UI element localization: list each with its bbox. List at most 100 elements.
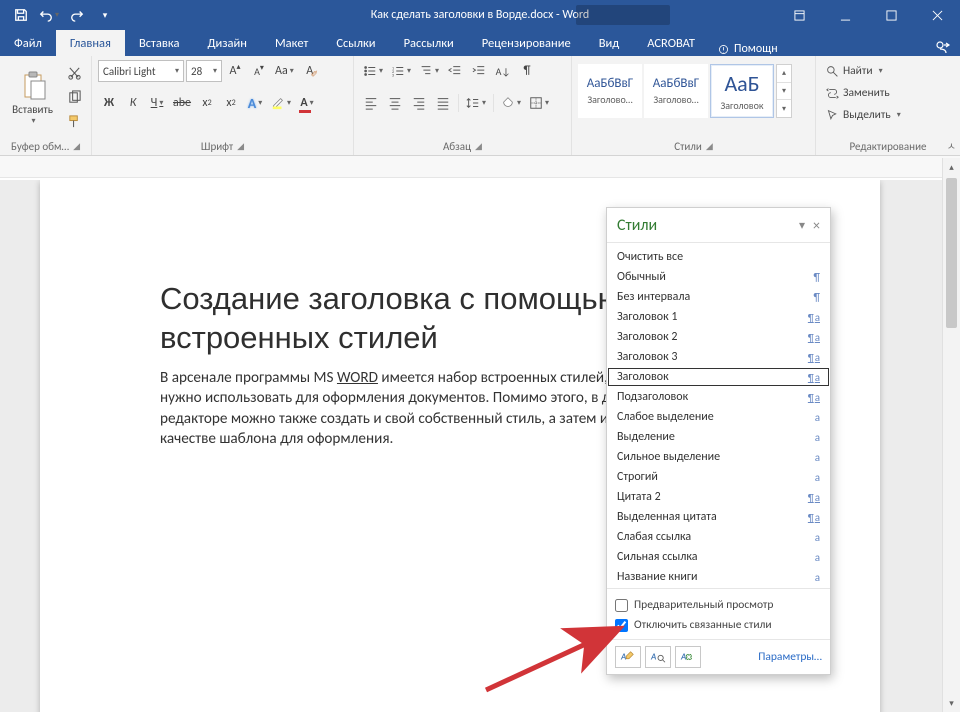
tab-layout[interactable]: Макет bbox=[261, 30, 322, 56]
close-icon[interactable] bbox=[914, 0, 960, 30]
align-center-button[interactable] bbox=[384, 92, 406, 114]
shrink-font-button[interactable]: A▾ bbox=[248, 60, 270, 82]
format-painter-button[interactable] bbox=[63, 110, 85, 132]
ribbon-display-options-icon[interactable] bbox=[776, 0, 822, 30]
manage-styles-button[interactable]: A bbox=[675, 646, 701, 668]
scroll-thumb[interactable] bbox=[946, 178, 957, 328]
bullets-button[interactable]: ▾ bbox=[360, 60, 386, 82]
style-tile-heading1[interactable]: АаБбВвГЗаголово… bbox=[578, 64, 642, 118]
cut-button[interactable] bbox=[63, 62, 85, 84]
numbering-button[interactable]: 123▾ bbox=[388, 60, 414, 82]
preview-checkbox[interactable]: Предварительный просмотр bbox=[615, 595, 822, 615]
qat-customize-icon[interactable]: ▾ bbox=[92, 2, 118, 28]
new-style-button[interactable]: A bbox=[615, 646, 641, 668]
style-row[interactable]: Цитата 2¶a bbox=[607, 487, 830, 507]
scroll-down-icon[interactable]: ▾ bbox=[943, 694, 960, 712]
tab-home[interactable]: Главная bbox=[56, 30, 125, 56]
subscript-button[interactable]: x2 bbox=[196, 92, 218, 114]
tab-insert[interactable]: Вставка bbox=[125, 30, 194, 56]
sort-button[interactable]: А↓ bbox=[492, 60, 514, 82]
styles-pane-header[interactable]: Стили ▾ × bbox=[607, 208, 830, 242]
styles-dialog-launcher[interactable]: ◢ bbox=[706, 141, 713, 152]
style-row[interactable]: Выделенная цитата¶a bbox=[607, 507, 830, 527]
style-row[interactable]: Очистить все bbox=[607, 247, 830, 267]
strikethrough-button[interactable]: abe bbox=[170, 92, 194, 114]
style-row[interactable]: Заголовок 2¶a bbox=[607, 327, 830, 347]
grow-font-button[interactable]: A▴ bbox=[224, 60, 246, 82]
multilevel-list-button[interactable]: ▾ bbox=[416, 60, 442, 82]
style-tile-heading2[interactable]: АаБбВвГЗаголово… bbox=[644, 64, 708, 118]
font-color-button[interactable]: A▾ bbox=[296, 92, 318, 114]
save-icon[interactable] bbox=[8, 2, 34, 28]
tell-me-input[interactable]: Помощн bbox=[717, 42, 778, 56]
style-row[interactable]: Слабая ссылкаa bbox=[607, 527, 830, 547]
style-tile-title[interactable]: АаБЗаголовок bbox=[710, 64, 774, 118]
style-row[interactable]: Слабое выделениеa bbox=[607, 407, 830, 427]
vertical-scrollbar[interactable]: ▴ ▾ bbox=[942, 158, 960, 712]
minimize-icon[interactable] bbox=[822, 0, 868, 30]
style-row[interactable]: Заголовок¶a bbox=[607, 367, 830, 387]
paragraph-dialog-launcher[interactable]: ◢ bbox=[475, 141, 482, 152]
select-button[interactable]: Выделить▾ bbox=[822, 104, 905, 126]
tab-references[interactable]: Ссылки bbox=[322, 30, 389, 56]
styles-gallery-more[interactable]: ▴▾▾ bbox=[776, 64, 792, 118]
styles-pane-menu-icon[interactable]: ▾ bbox=[799, 218, 805, 233]
justify-button[interactable] bbox=[432, 92, 454, 114]
borders-button[interactable]: ▾ bbox=[526, 92, 552, 114]
bold-button[interactable]: Ж bbox=[98, 92, 120, 114]
tab-review[interactable]: Рецензирование bbox=[468, 30, 585, 56]
tab-design[interactable]: Дизайн bbox=[193, 30, 261, 56]
underline-button[interactable]: Ч▾ bbox=[146, 92, 168, 114]
style-row[interactable]: Заголовок 3¶a bbox=[607, 347, 830, 367]
undo-icon[interactable]: ▾ bbox=[36, 2, 62, 28]
font-size-combo[interactable]: 28▾ bbox=[186, 60, 222, 82]
copy-button[interactable] bbox=[63, 86, 85, 108]
styles-gallery[interactable]: АаБбВвГЗаголово… АаБбВвГЗаголово… АаБЗаг… bbox=[578, 60, 792, 118]
maximize-icon[interactable] bbox=[868, 0, 914, 30]
line-spacing-button[interactable]: ▾ bbox=[463, 92, 489, 114]
style-row[interactable]: Обычный¶ bbox=[607, 267, 830, 287]
increase-indent-button[interactable] bbox=[468, 60, 490, 82]
style-row[interactable]: Подзаголовок¶a bbox=[607, 387, 830, 407]
shading-button[interactable]: ▾ bbox=[498, 92, 524, 114]
collapse-ribbon-icon[interactable]: ㅅ bbox=[947, 138, 956, 153]
styles-pane-close-icon[interactable]: × bbox=[813, 217, 820, 234]
text-effects-button[interactable]: A▾ bbox=[244, 92, 266, 114]
disable-linked-checkbox[interactable]: Отключить связанные стили bbox=[615, 615, 822, 635]
tab-mailings[interactable]: Рассылки bbox=[390, 30, 468, 56]
change-case-button[interactable]: Aa▾ bbox=[272, 60, 297, 82]
align-left-button[interactable] bbox=[360, 92, 382, 114]
style-row[interactable]: Выделениеa bbox=[607, 427, 830, 447]
decrease-indent-button[interactable] bbox=[444, 60, 466, 82]
paste-label: Вставить bbox=[12, 103, 53, 116]
replace-button[interactable]: Заменить bbox=[822, 82, 894, 104]
find-button[interactable]: Найти▾ bbox=[822, 60, 887, 82]
style-row[interactable]: Сильное выделениеa bbox=[607, 447, 830, 467]
style-row[interactable]: Строгийa bbox=[607, 467, 830, 487]
clipboard-dialog-launcher[interactable]: ◢ bbox=[73, 141, 80, 152]
paste-button[interactable]: Вставить ▾ bbox=[6, 60, 59, 134]
scroll-up-icon[interactable]: ▴ bbox=[943, 158, 960, 176]
style-row[interactable]: Без интервала¶ bbox=[607, 287, 830, 307]
tab-file[interactable]: Файл bbox=[0, 30, 56, 56]
group-paragraph: ▾ 123▾ ▾ А↓ ¶ ▾ ▾ ▾ Абзац◢ bbox=[354, 56, 572, 155]
align-right-button[interactable] bbox=[408, 92, 430, 114]
redo-icon[interactable] bbox=[64, 2, 90, 28]
font-name-combo[interactable]: Calibri Light▾ bbox=[98, 60, 184, 82]
style-row[interactable]: Название книгиa bbox=[607, 567, 830, 587]
style-row[interactable]: Сильная ссылкаa bbox=[607, 547, 830, 567]
superscript-button[interactable]: x2 bbox=[220, 92, 242, 114]
show-marks-button[interactable]: ¶ bbox=[516, 60, 538, 82]
tab-acrobat[interactable]: ACROBAT bbox=[633, 30, 709, 56]
ruler[interactable] bbox=[0, 156, 960, 178]
window-controls bbox=[776, 0, 960, 30]
clear-formatting-button[interactable]: A✐ bbox=[299, 60, 321, 82]
italic-button[interactable]: К bbox=[122, 92, 144, 114]
style-row[interactable]: Заголовок 1¶a bbox=[607, 307, 830, 327]
tab-view[interactable]: Вид bbox=[585, 30, 634, 56]
font-dialog-launcher[interactable]: ◢ bbox=[237, 141, 244, 152]
share-button[interactable] bbox=[926, 40, 960, 56]
highlight-button[interactable]: ▾ bbox=[268, 92, 294, 114]
style-inspector-button[interactable]: A bbox=[645, 646, 671, 668]
styles-options-link[interactable]: Параметры… bbox=[758, 650, 822, 664]
